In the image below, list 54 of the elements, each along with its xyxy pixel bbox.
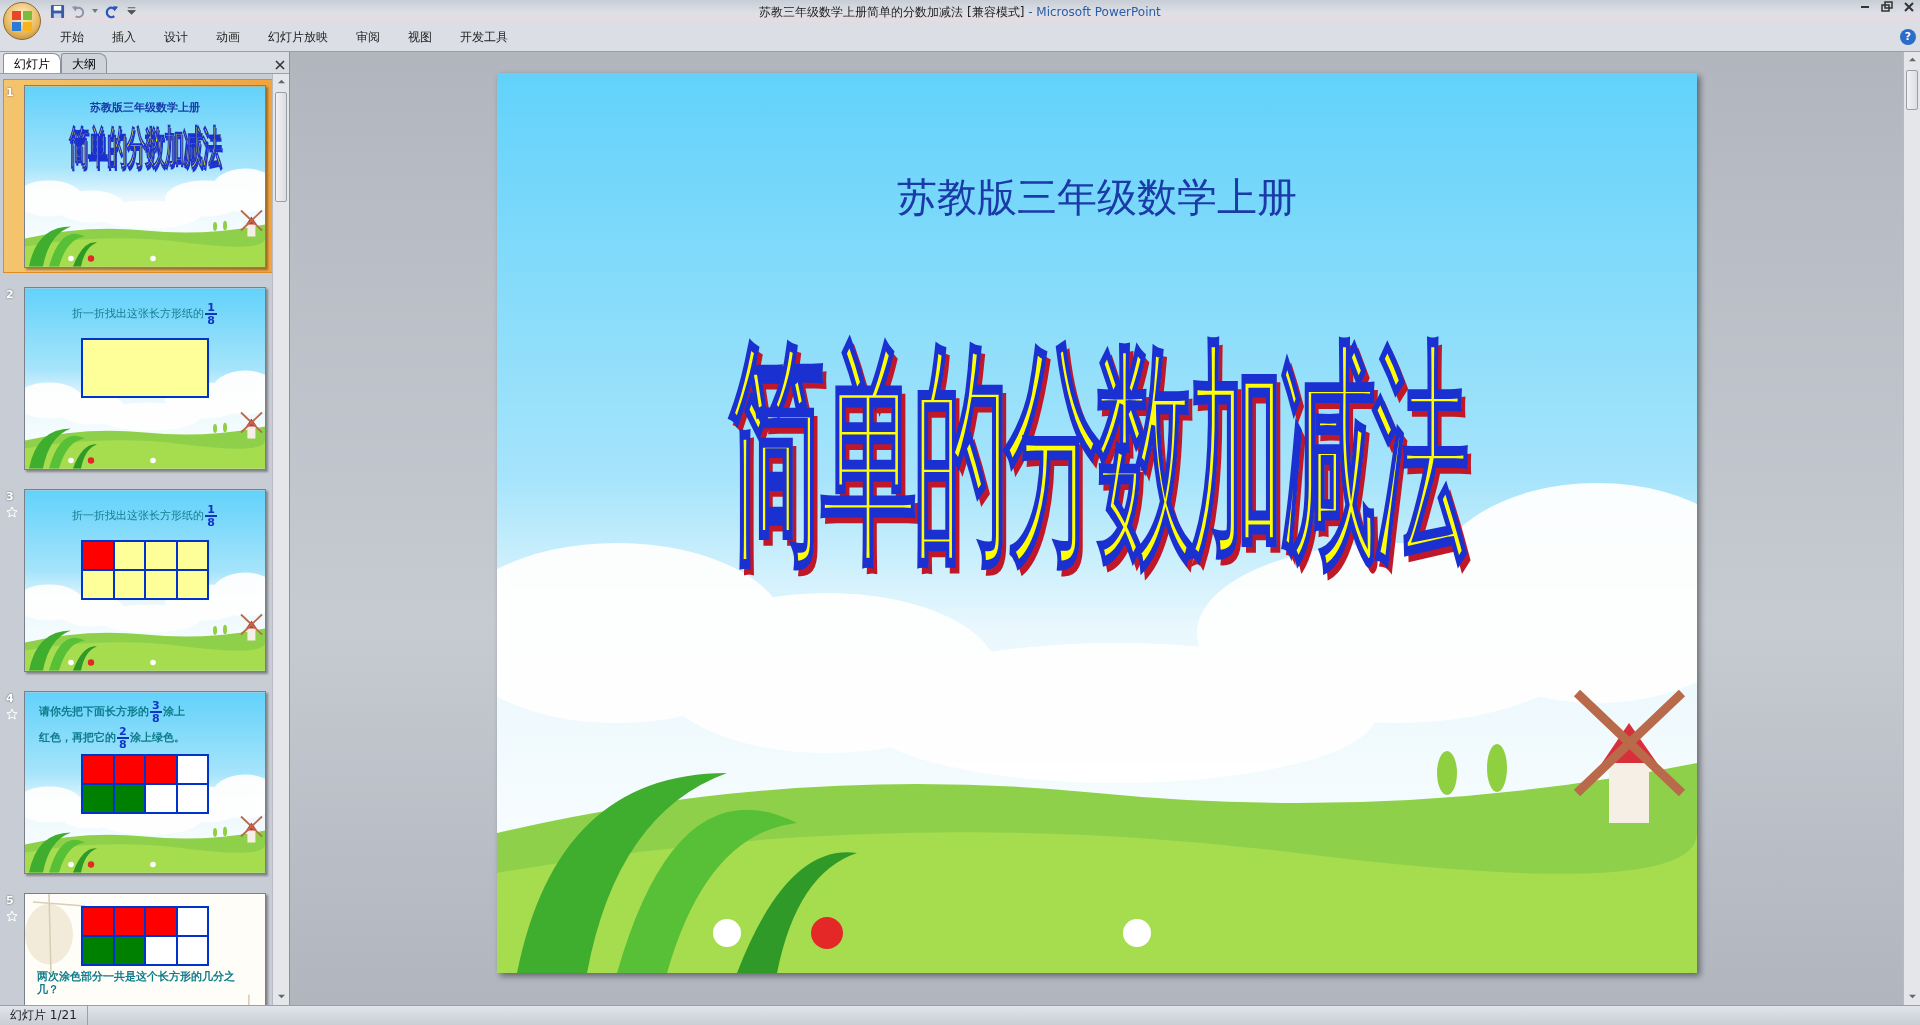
panel-tab[interactable]: 大纲 <box>61 53 107 73</box>
slide-subtitle: 苏教版三年级数学上册 <box>90 103 200 112</box>
help-button[interactable]: ? <box>1900 28 1916 45</box>
redo-icon <box>104 3 119 19</box>
fraction: 2 8 <box>117 726 129 750</box>
ribbon-tab[interactable]: 开发工具 <box>446 21 522 52</box>
restore-icon <box>1881 1 1893 13</box>
slide-number: 4 <box>6 691 15 707</box>
fraction: 1 8 <box>205 504 217 528</box>
scroll-up-icon <box>276 78 286 85</box>
slide-text: 涂上 <box>162 705 185 718</box>
slide-text: 折一折找出这张长方形纸的 <box>72 307 205 320</box>
scroll-down-icon <box>276 993 286 1000</box>
ribbon-tab[interactable]: 幻灯片放映 <box>254 21 342 52</box>
scrollbar-thumb[interactable] <box>275 92 287 202</box>
ribbon-tab[interactable]: 视图 <box>394 21 446 52</box>
slide-text: 请你先把下面长方形的 <box>39 705 149 718</box>
panel-tab[interactable]: 幻灯片 <box>3 53 61 73</box>
office-button[interactable] <box>3 2 41 40</box>
close-button[interactable] <box>1902 0 1916 14</box>
ribbon-tab[interactable]: 审阅 <box>342 21 394 52</box>
scroll-down-icon <box>1907 993 1917 1000</box>
fraction: 3 8 <box>150 700 162 724</box>
ribbon-tab[interactable]: 插入 <box>98 21 150 52</box>
close-icon <box>1903 1 1915 13</box>
slide-text: 涂上绿色。 <box>129 731 185 744</box>
window-title: 苏教三年级数学上册简单的分数加减法 [兼容模式] <box>759 5 1025 19</box>
undo-icon <box>71 3 86 19</box>
office-logo-icon <box>12 11 32 31</box>
slide-number: 3 <box>6 489 15 505</box>
scroll-up-icon <box>1907 56 1917 63</box>
caret-icon <box>92 9 98 13</box>
slide-text: 折一折找出这张长方形纸的 <box>72 509 205 522</box>
app-name: - Microsoft PowerPoint <box>1027 5 1161 19</box>
ribbon-tab[interactable]: 设计 <box>150 21 202 52</box>
slide-text: 红色，再把它的 <box>39 731 116 744</box>
slide-number: 5 <box>6 893 15 909</box>
slide-title: 简单的分数加减法 <box>69 122 221 172</box>
slide-number: 1 <box>6 85 15 101</box>
restore-button[interactable] <box>1880 0 1894 14</box>
quick-access-button[interactable] <box>50 3 65 19</box>
quick-access-button[interactable] <box>92 9 98 13</box>
ribbon-tab[interactable]: 开始 <box>46 21 98 52</box>
slide-text: 两次涂色部分一共是这个长方形的几分之几？ <box>37 970 235 996</box>
fraction: 1 8 <box>205 302 217 326</box>
close-icon <box>275 60 285 70</box>
scrollbar-thumb[interactable] <box>1906 70 1918 110</box>
ribbon-tab[interactable]: 动画 <box>202 21 254 52</box>
minimize-icon <box>1861 6 1869 8</box>
slide-indicator: 幻灯片 1/21 <box>0 1006 88 1025</box>
slide-subtitle: 苏教版三年级数学上册 <box>896 173 1297 221</box>
save-icon <box>50 3 65 19</box>
quick-access-button[interactable] <box>104 3 119 19</box>
slide-thumbnail[interactable]: 1 苏教版三年级数学上册 简单的分数加减法 <box>4 80 272 272</box>
